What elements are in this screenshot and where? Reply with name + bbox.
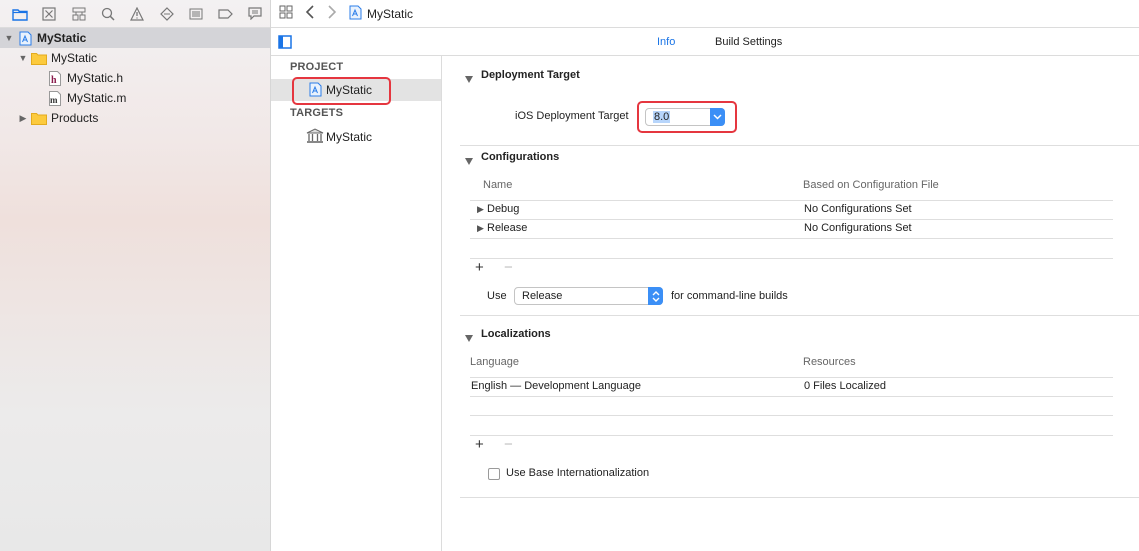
collapse-triangle-icon[interactable] xyxy=(465,72,473,86)
symbol-icon[interactable] xyxy=(64,0,93,28)
divider xyxy=(470,415,1113,416)
project-icon xyxy=(17,30,33,46)
column-header-language: Language xyxy=(470,356,519,368)
editor-tab-bar: Info Build Settings xyxy=(271,28,1139,56)
svg-text:h: h xyxy=(51,75,57,86)
test-icon[interactable] xyxy=(152,0,181,28)
tree-item-label: Products xyxy=(51,111,99,125)
targets-section-header: TARGETS xyxy=(290,107,344,119)
column-header-config-file: Based on Configuration File xyxy=(803,179,939,191)
divider xyxy=(470,396,1113,397)
folder-icon xyxy=(31,110,47,126)
divider xyxy=(460,145,1139,146)
disclosure-open-icon[interactable]: ▼ xyxy=(18,53,28,63)
tree-item-label: MyStatic.h xyxy=(67,71,124,85)
target-list-label: MyStatic xyxy=(326,130,373,144)
disclosure-open-icon[interactable]: ▼ xyxy=(4,33,14,43)
disclosure-closed-icon[interactable]: ▶ xyxy=(18,113,28,124)
base-internationalization-checkbox[interactable] xyxy=(488,468,500,480)
remove-localization-button[interactable]: − xyxy=(504,436,513,453)
header-file-icon: h xyxy=(47,70,63,86)
divider xyxy=(470,435,1113,436)
config-file: No Configurations Set xyxy=(804,203,912,215)
tree-item-project[interactable]: ▼ MyStatic xyxy=(0,28,270,48)
table-row[interactable]: ▶ Debug No Configurations Set xyxy=(470,201,1113,220)
project-icon xyxy=(349,5,362,23)
project-target-list: PROJECT MyStatic TARGETS MyStatic xyxy=(271,56,442,551)
source-control-icon[interactable] xyxy=(34,0,63,28)
svg-text:m: m xyxy=(50,95,58,105)
tree-item-label: MyStatic.m xyxy=(67,91,127,105)
config-file: No Configurations Set xyxy=(804,222,912,234)
divider xyxy=(460,315,1139,316)
divider xyxy=(470,238,1113,239)
tree-item-group[interactable]: ▼ MyStatic xyxy=(0,48,270,68)
folder-icon[interactable] xyxy=(5,0,34,28)
deployment-target-title: Deployment Target xyxy=(481,69,580,81)
tree-item-label: MyStatic xyxy=(37,31,87,45)
localizations-title: Localizations xyxy=(481,328,551,340)
config-name: Debug xyxy=(487,203,520,215)
report-icon[interactable] xyxy=(241,0,270,28)
configurations-title: Configurations xyxy=(481,151,560,163)
related-items-icon[interactable] xyxy=(279,5,293,22)
back-arrow-icon[interactable] xyxy=(305,5,315,22)
issue-icon[interactable] xyxy=(123,0,152,28)
folder-icon xyxy=(31,50,47,66)
base-internationalization-label: Use Base Internationalization xyxy=(506,467,650,479)
info-settings-pane: Deployment Target iOS Deployment Target … xyxy=(442,56,1139,551)
jump-bar: MyStatic xyxy=(271,0,1139,28)
tree-item-file[interactable]: h MyStatic.h xyxy=(0,68,270,88)
source-file-icon: m xyxy=(47,90,63,106)
highlight-box xyxy=(637,101,737,133)
localization-language: English — Development Language xyxy=(471,380,642,392)
command-line-config-value: Release xyxy=(522,290,563,302)
add-configuration-button[interactable]: + xyxy=(475,259,484,276)
forward-arrow-icon[interactable] xyxy=(327,5,337,22)
config-name: Release xyxy=(487,222,528,234)
navigator-toolbar xyxy=(0,0,270,28)
column-header-name: Name xyxy=(483,179,513,191)
column-header-resources: Resources xyxy=(803,356,856,368)
ios-deployment-target-label: iOS Deployment Target xyxy=(515,110,629,122)
tree-item-label: MyStatic xyxy=(51,51,98,65)
table-row[interactable]: English — Development Language 0 Files L… xyxy=(470,378,1113,397)
static-library-icon xyxy=(306,128,324,147)
sidebar-toggle-icon[interactable] xyxy=(278,35,292,52)
jump-bar-title[interactable]: MyStatic xyxy=(367,7,413,21)
highlight-box xyxy=(292,77,391,105)
table-row[interactable]: ▶ Release No Configurations Set xyxy=(470,220,1113,239)
use-label: Use xyxy=(487,290,507,302)
project-section-header: PROJECT xyxy=(290,61,344,73)
disclosure-closed-icon[interactable]: ▶ xyxy=(477,223,484,234)
tree-item-group[interactable]: ▶ Products xyxy=(0,108,270,128)
tab-build-settings[interactable]: Build Settings xyxy=(715,36,782,48)
command-line-suffix: for command-line builds xyxy=(671,290,788,302)
tab-info[interactable]: Info xyxy=(657,36,675,48)
remove-configuration-button[interactable]: − xyxy=(504,259,513,276)
divider xyxy=(460,497,1139,498)
divider xyxy=(470,258,1113,259)
collapse-triangle-icon[interactable] xyxy=(465,154,473,168)
find-icon[interactable] xyxy=(93,0,122,28)
add-localization-button[interactable]: + xyxy=(475,436,484,453)
breakpoint-icon[interactable] xyxy=(211,0,240,28)
localization-resources: 0 Files Localized xyxy=(804,380,886,392)
project-navigator: ▼ MyStatic ▼ MyStatic h MyStatic.h m MyS… xyxy=(0,0,271,551)
target-list-item[interactable]: MyStatic xyxy=(271,126,441,148)
command-line-config-popup[interactable]: Release xyxy=(514,287,663,305)
collapse-triangle-icon[interactable] xyxy=(465,331,473,345)
updown-chevron-icon[interactable] xyxy=(648,287,663,305)
tree-item-file[interactable]: m MyStatic.m xyxy=(0,88,270,108)
disclosure-closed-icon[interactable]: ▶ xyxy=(477,204,484,215)
debug-icon[interactable] xyxy=(182,0,211,28)
